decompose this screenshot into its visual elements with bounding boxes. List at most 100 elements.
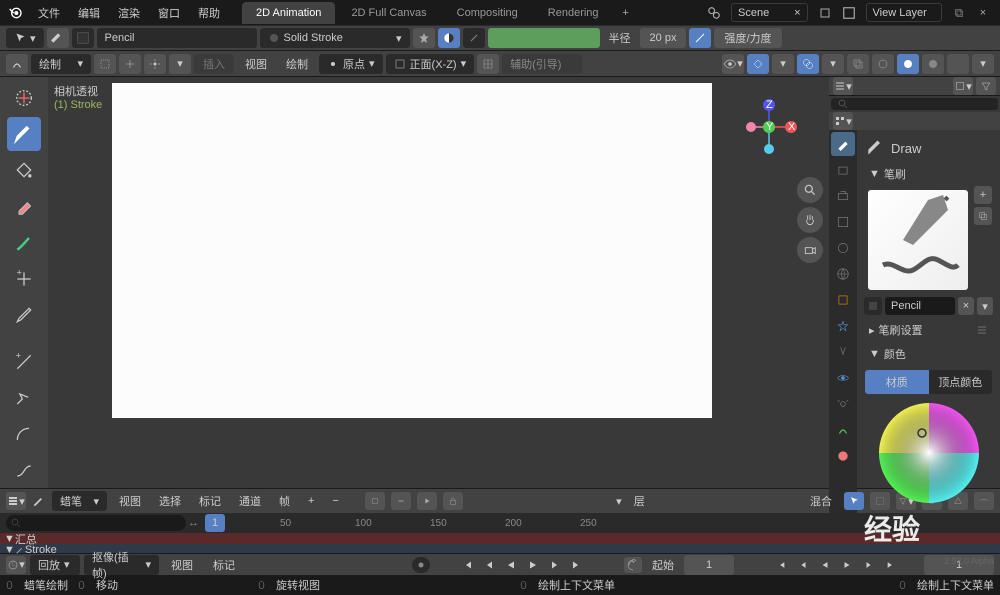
snap-icon[interactable]	[144, 54, 166, 74]
axis-gizmo[interactable]: X Z Y	[739, 97, 799, 157]
brush-dd-btn[interactable]: ▾	[977, 297, 993, 315]
jump-start-btn[interactable]	[458, 557, 476, 573]
timeline-editor-icon[interactable]: ▾	[6, 492, 26, 510]
tl-btn-lock[interactable]	[443, 492, 463, 510]
prop-tab-physics[interactable]	[831, 366, 855, 390]
overlay-dd[interactable]: ▾	[822, 54, 844, 74]
snap-dd[interactable]: ▾	[169, 54, 191, 74]
pan-btn[interactable]	[797, 207, 823, 233]
tool-arc[interactable]	[7, 418, 41, 451]
viewlayer-delete-icon[interactable]: ×	[972, 2, 994, 24]
tl-btn-1[interactable]	[365, 492, 385, 510]
tool-fill[interactable]	[7, 154, 41, 187]
tool-eyedropper[interactable]	[7, 299, 41, 332]
mini-play-rev[interactable]	[816, 557, 834, 573]
tl-btn-2[interactable]	[391, 492, 411, 510]
color-tab-vertex[interactable]: 顶点颜色	[929, 370, 993, 394]
menu-file[interactable]: 文件	[30, 1, 68, 25]
outliner-filter2-icon[interactable]	[976, 77, 996, 95]
strength-label-box[interactable]: 强度/力度	[714, 28, 781, 48]
timeline-channel-search[interactable]	[6, 515, 186, 531]
radius-pressure-btn[interactable]	[689, 28, 711, 48]
shading-dd[interactable]: ▾	[972, 54, 994, 74]
menu-render[interactable]: 渲染	[110, 1, 148, 25]
play-btn[interactable]	[524, 557, 542, 573]
color-picker-wheel[interactable]	[874, 398, 984, 508]
prop-tab-fx[interactable]	[831, 340, 855, 364]
shading-wire[interactable]	[872, 54, 894, 74]
header-menu-view[interactable]: 视图	[237, 52, 275, 76]
texture-slot[interactable]	[72, 28, 94, 48]
guide-dropdown[interactable]: 辅助(引导)	[502, 54, 582, 74]
brush-icon-btn[interactable]	[47, 28, 69, 48]
tool-line[interactable]: +	[7, 346, 41, 379]
workspace-tab-rendering[interactable]: Rendering	[534, 2, 613, 24]
tl-btn-3[interactable]	[417, 492, 437, 510]
gizmo-toggle[interactable]	[747, 54, 769, 74]
zoom-btn[interactable]	[797, 177, 823, 203]
brush-name-field[interactable]: Pencil	[97, 28, 257, 48]
playback-marker-menu[interactable]: 标记	[205, 553, 243, 577]
track-summary[interactable]: ▼汇总	[0, 533, 1000, 544]
outliner-type-icon[interactable]: ▾	[833, 77, 853, 95]
tool-polyline[interactable]	[7, 382, 41, 415]
overlay-toggle[interactable]	[797, 54, 819, 74]
brush-preview[interactable]	[868, 190, 968, 290]
mini-play[interactable]	[838, 557, 856, 573]
stroke-material-dropdown[interactable]: Solid Stroke ▾	[260, 28, 410, 48]
scene-name-field[interactable]: Scene ×	[731, 3, 807, 22]
tl-remove-btn[interactable]: −	[326, 495, 344, 507]
tool-cursor[interactable]	[7, 81, 41, 114]
color-tab-material[interactable]: 材质	[865, 370, 929, 394]
mini-prev-key[interactable]	[794, 557, 812, 573]
playback-dropdown[interactable]: 回放▾	[30, 555, 80, 575]
camera-view-btn[interactable]	[797, 237, 823, 263]
tl-add-btn[interactable]: +	[302, 495, 320, 507]
cursor-dropdown[interactable]: ▾	[6, 28, 44, 48]
menu-edit[interactable]: 编辑	[70, 1, 108, 25]
tl-menu-select[interactable]: 选择	[153, 493, 187, 509]
mini-jump-end[interactable]	[882, 557, 900, 573]
viewlayer-browse-icon[interactable]	[838, 2, 860, 24]
color-mode-2[interactable]	[463, 28, 485, 48]
jump-next-key-btn[interactable]	[546, 557, 564, 573]
autokey-btn[interactable]	[412, 557, 430, 573]
prop-tab-output[interactable]	[831, 184, 855, 208]
loop-btn[interactable]	[624, 557, 642, 573]
shading-mat[interactable]	[922, 54, 944, 74]
insert-btn[interactable]: 插入	[194, 54, 234, 74]
jump-end-btn[interactable]	[568, 557, 586, 573]
viewlayer-copy-icon[interactable]	[948, 2, 970, 24]
prop-tab-modifier[interactable]	[831, 314, 855, 338]
prop-tab-constraint[interactable]	[831, 392, 855, 416]
keying-dropdown[interactable]: 抠像(插帧)▾	[84, 555, 159, 575]
timeline-mode-dropdown[interactable]: 蜡笔▾	[52, 491, 107, 511]
scene-browse-icon[interactable]	[703, 2, 725, 24]
radius-value[interactable]: 20 px	[640, 28, 687, 48]
outliner-search[interactable]	[831, 98, 998, 110]
timeline-ruler[interactable]: ↔ 1 50 100 150 200 250	[0, 513, 1000, 533]
prop-tab-viewlayer[interactable]	[831, 210, 855, 234]
prop-tab-data[interactable]	[831, 418, 855, 442]
brush-panel-header[interactable]: ▼笔刷	[861, 162, 996, 186]
shading-render[interactable]	[947, 54, 969, 74]
workspace-tab-2d-animation[interactable]: 2D Animation	[242, 2, 335, 24]
prop-tab-world[interactable]	[831, 262, 855, 286]
tl-menu-channel[interactable]: 通道	[233, 493, 267, 509]
manip-icon[interactable]	[119, 54, 141, 74]
tl-menu-frame[interactable]: 帧	[273, 493, 296, 509]
tool-cutter[interactable]: +	[7, 262, 41, 295]
brush-unlink-btn[interactable]: ×	[958, 297, 974, 315]
prop-tab-tool[interactable]	[831, 132, 855, 156]
xray-btn[interactable]	[847, 54, 869, 74]
color-panel-header[interactable]: ▼颜色	[861, 342, 996, 366]
tl-menu-view[interactable]: 视图	[113, 493, 147, 509]
outliner-filter-icon[interactable]: ▾	[953, 77, 973, 95]
outliner[interactable]: ▪场景集合 ▾ Collection ▸ Stroke ▸ Camera	[829, 95, 1000, 96]
prop-tab-material[interactable]	[831, 444, 855, 468]
mode-dropdown[interactable]: 绘制▾	[31, 54, 91, 74]
brush-add-btn[interactable]: +	[974, 186, 992, 204]
tool-tint[interactable]	[7, 226, 41, 259]
prop-tab-render[interactable]	[831, 158, 855, 182]
workspace-tab-2d-full-canvas[interactable]: 2D Full Canvas	[337, 2, 440, 24]
